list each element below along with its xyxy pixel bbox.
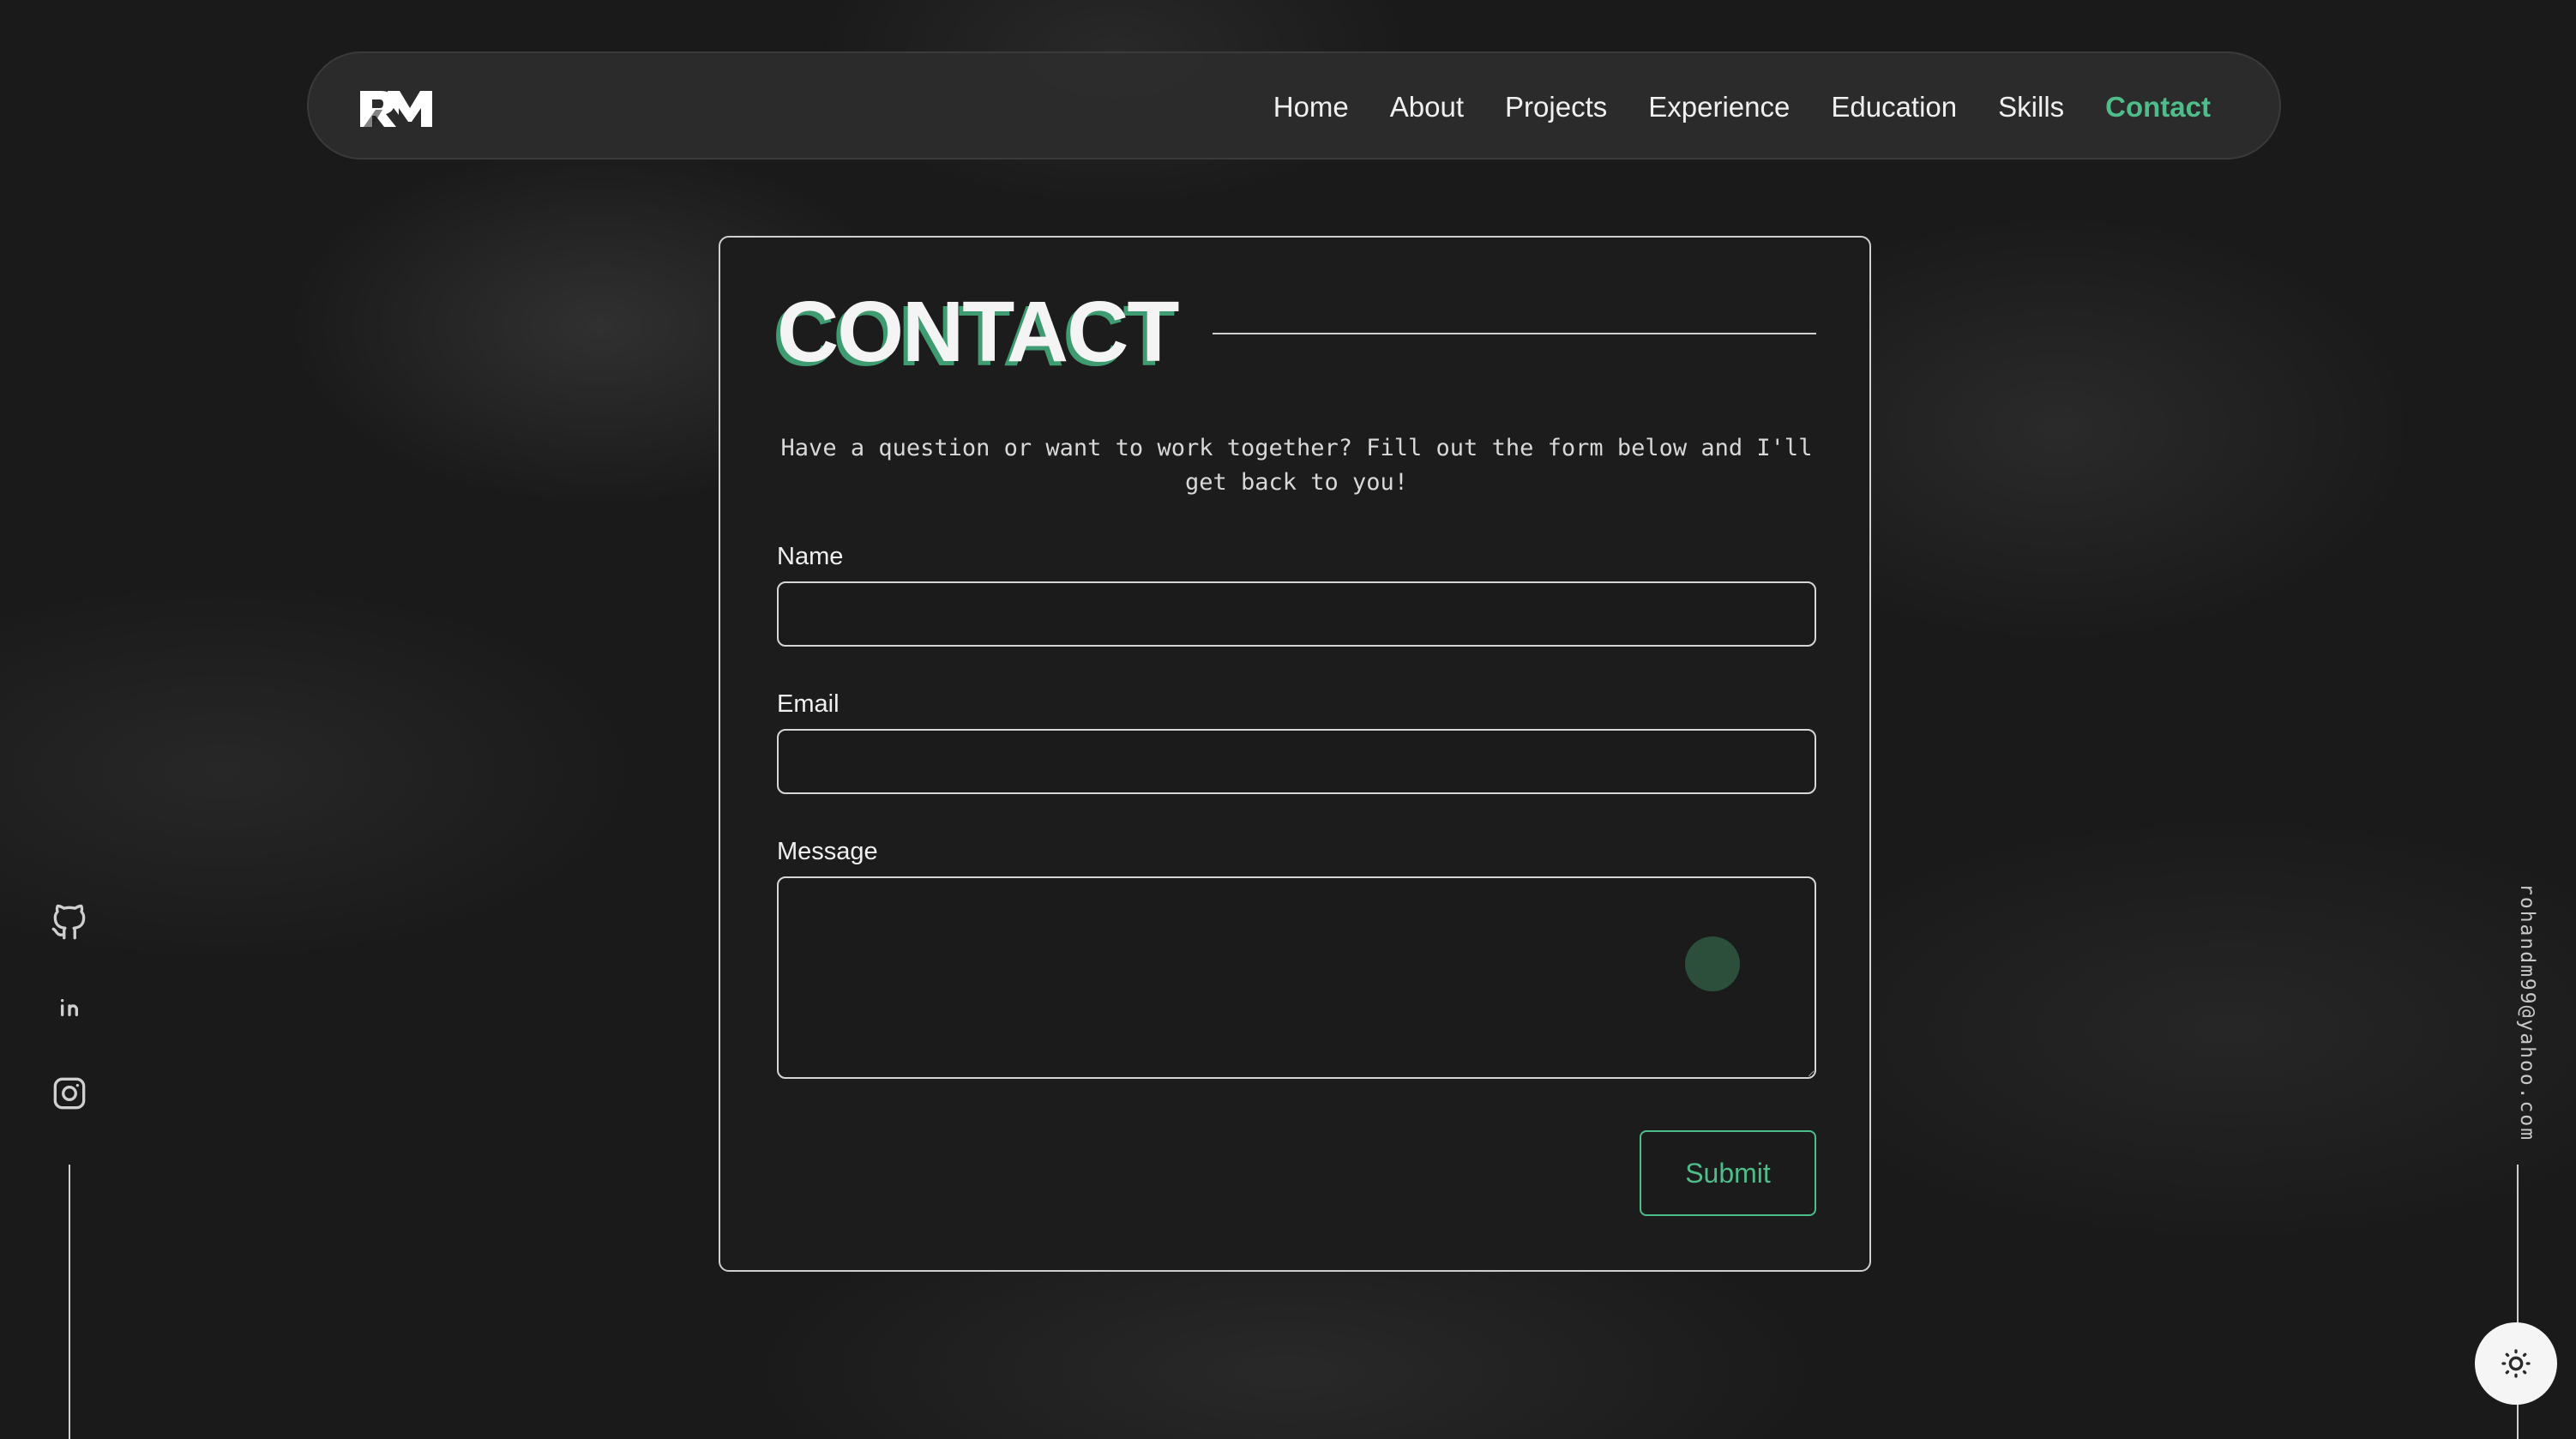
navbar: Home About Projects Experience Education…: [307, 51, 2281, 160]
page: Home About Projects Experience Education…: [0, 0, 2576, 1439]
nav-item-experience[interactable]: Experience: [1648, 91, 1790, 123]
linkedin-icon[interactable]: [48, 986, 91, 1029]
contact-title: CONTACT: [777, 284, 1179, 380]
email-label: Email: [777, 690, 840, 718]
theme-toggle-button[interactable]: [2475, 1322, 2557, 1405]
name-label: Name: [777, 543, 844, 570]
nav-item-contact[interactable]: Contact: [2105, 91, 2211, 123]
message-textarea[interactable]: [777, 876, 1816, 1079]
message-label: Message: [777, 838, 878, 865]
nav-item-education[interactable]: Education: [1831, 91, 1957, 123]
name-input[interactable]: [777, 581, 1816, 647]
instagram-icon[interactable]: [48, 1072, 91, 1115]
nav-item-home[interactable]: Home: [1273, 91, 1349, 123]
nav-item-projects[interactable]: Projects: [1505, 91, 1607, 123]
contact-intro: Have a question or want to work together…: [780, 435, 1813, 496]
nav-item-about[interactable]: About: [1390, 91, 1464, 123]
left-rail-line: [69, 1165, 70, 1439]
sun-icon: [2501, 1349, 2531, 1378]
email-link[interactable]: rohandm99@yahoo.com: [2516, 883, 2538, 1141]
nav-item-skills[interactable]: Skills: [1998, 91, 2064, 123]
title-divider: [1213, 333, 1816, 334]
rm-logo[interactable]: [357, 84, 434, 130]
submit-button[interactable]: Submit: [1640, 1130, 1816, 1216]
nav-links: Home About Projects Experience Education…: [1273, 53, 2211, 161]
github-icon[interactable]: [48, 900, 91, 943]
cursor-follower-dot: [1685, 936, 1740, 991]
email-input[interactable]: [777, 729, 1816, 794]
contact-card: CONTACT Have a question or want to work …: [719, 236, 1871, 1272]
